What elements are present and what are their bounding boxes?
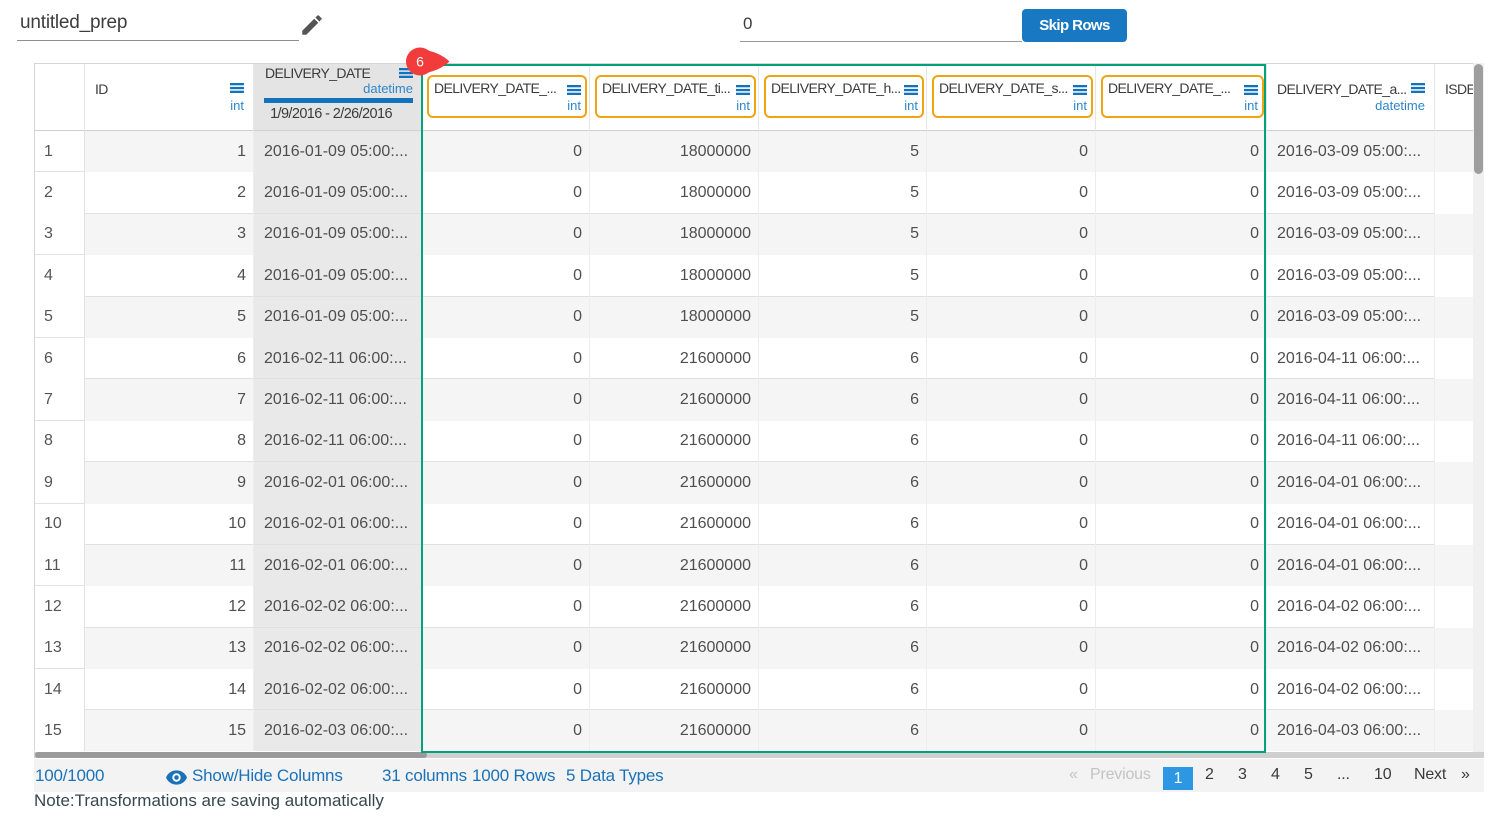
svg-text:6: 6: [416, 54, 424, 70]
